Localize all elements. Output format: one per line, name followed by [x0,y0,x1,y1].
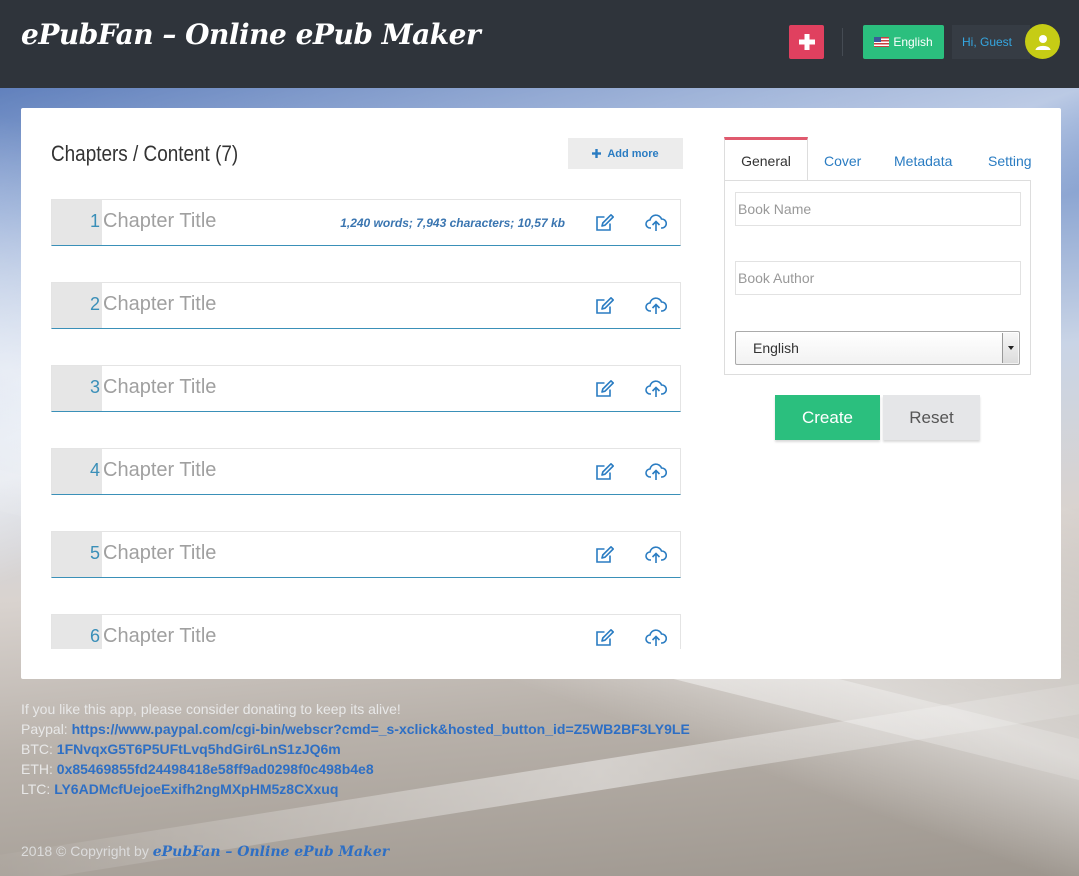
chapter-list: 1 Chapter Title 1,240 words; 7,943 chara… [51,199,682,649]
add-more-button[interactable]: Add more [568,138,683,169]
language-button[interactable]: English [863,25,944,59]
eth-label: ETH: [21,761,53,777]
chapter-row: 3 Chapter Title [51,365,681,412]
plus-icon [798,34,815,50]
chapter-title-input[interactable]: Chapter Title [103,542,216,565]
chapter-title-input[interactable]: Chapter Title [103,625,216,648]
avatar[interactable] [1025,24,1060,59]
chapter-number: 1 [52,200,102,245]
main-card: Chapters / Content (7) Add more 1 Chapte… [21,108,1061,679]
cloud-upload-icon[interactable] [645,628,667,648]
chapter-title-input[interactable]: Chapter Title [103,293,216,316]
cloud-upload-icon[interactable] [645,379,667,399]
brand-logo[interactable]: ePubFan – Online ePub Maker [21,18,481,51]
eth-address: 0x85469855fd24498418e58ff9ad0298f0c498b4… [56,761,374,777]
chapters-heading: Chapters / Content (7) [51,141,239,166]
paypal-link[interactable]: https://www.paypal.com/cgi-bin/webscr?cm… [72,721,690,737]
language-select[interactable]: English [735,331,1020,365]
btc-address: 1FNvqxG5T6P5UFtLvq5hdGir6LnS1zJQ6m [56,741,341,757]
donation-info: If you like this app, please consider do… [21,699,690,799]
navbar-divider [842,28,843,56]
cloud-upload-icon[interactable] [645,296,667,316]
user-greeting[interactable]: Hi, Guest [952,25,1030,59]
chapter-number: 5 [52,532,102,577]
edit-icon[interactable] [595,628,615,648]
edit-icon[interactable] [595,379,615,399]
settings-tabs: General Cover Metadata Setting [724,137,1031,181]
book-author-input[interactable]: Book Author [735,261,1021,295]
top-navbar: ePubFan – Online ePub Maker English Hi, … [0,0,1079,88]
chapter-row: 6 Chapter Title [51,614,681,649]
add-more-label: Add more [607,147,659,160]
language-select-value: English [753,340,799,356]
chapter-number: 2 [52,283,102,328]
cloud-upload-icon[interactable] [645,462,667,482]
paypal-label: Paypal: [21,721,68,737]
tab-cover[interactable]: Cover [824,137,861,181]
chevron-down-icon [1002,333,1018,363]
chapter-title-input[interactable]: Chapter Title [103,210,216,233]
btc-label: BTC: [21,741,53,757]
edit-icon[interactable] [595,213,615,233]
chapter-row: 2 Chapter Title [51,282,681,329]
book-name-input[interactable]: Book Name [735,192,1021,226]
copyright-prefix: 2018 © Copyright by [21,843,149,859]
cloud-upload-icon[interactable] [645,545,667,565]
language-label: English [893,35,933,49]
general-tab-panel: Book Name Book Author English [724,180,1031,375]
user-icon [1035,34,1050,50]
chapter-number: 4 [52,449,102,494]
tab-metadata[interactable]: Metadata [894,137,952,181]
donate-intro: If you like this app, please consider do… [21,701,401,717]
chapter-number: 3 [52,366,102,411]
us-flag-icon [874,37,890,47]
ltc-label: LTC: [21,781,51,797]
edit-icon[interactable] [595,296,615,316]
tab-general[interactable]: General [724,137,808,181]
chapter-row: 1 Chapter Title 1,240 words; 7,943 chara… [51,199,681,246]
greeting-text: Hi, Guest [962,35,1013,49]
ltc-address: LY6ADMcfUejoeExifh2ngMXpHM5z8CXxuq [54,781,339,797]
reset-button[interactable]: Reset [883,395,980,440]
tab-setting[interactable]: Setting [988,137,1031,181]
copyright-brand-link[interactable]: ePubFan – Online ePub Maker [153,844,389,860]
chapter-number: 6 [52,615,102,649]
cloud-upload-icon[interactable] [645,213,667,233]
chapter-stats: 1,240 words; 7,943 characters; 10,57 kb [340,216,565,230]
edit-icon[interactable] [595,462,615,482]
create-button[interactable]: Create [775,395,880,440]
chapter-title-input[interactable]: Chapter Title [103,376,216,399]
edit-icon[interactable] [595,545,615,565]
chapter-row: 4 Chapter Title [51,448,681,495]
copyright: 2018 © Copyright by ePubFan – Online ePu… [21,843,389,860]
chapter-title-input[interactable]: Chapter Title [103,459,216,482]
plus-icon [592,149,602,158]
chapter-row: 5 Chapter Title [51,531,681,578]
new-book-button[interactable] [789,25,824,59]
